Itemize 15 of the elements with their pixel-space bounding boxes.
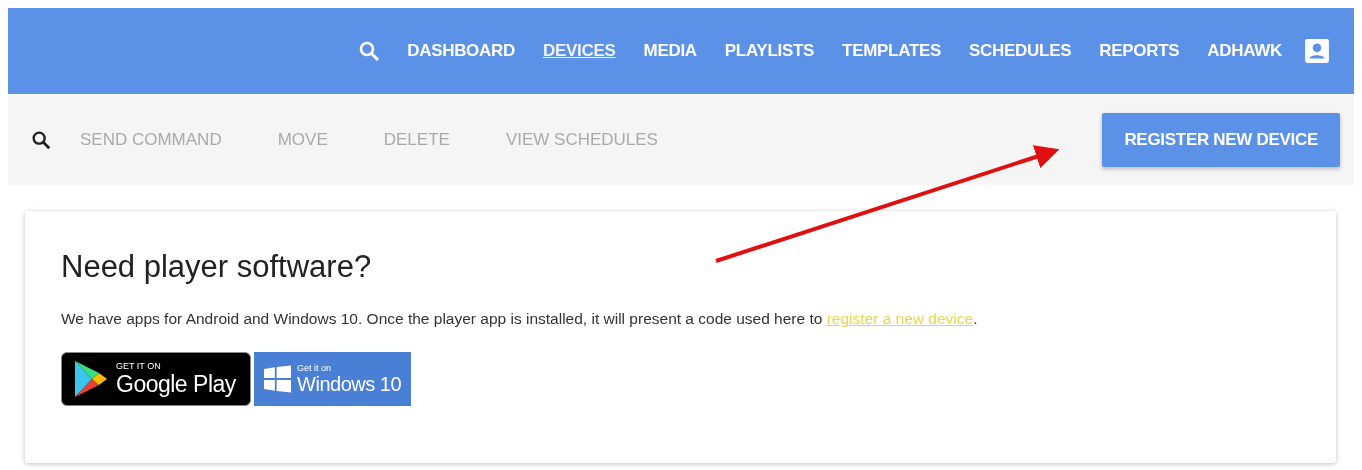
windows-store-badge[interactable]: Get it on Windows 10 [254, 352, 411, 406]
google-store-badge[interactable]: GET IT ON Google Play [61, 352, 251, 406]
account-icon[interactable] [1304, 38, 1330, 64]
nav-link[interactable]: REPORTS [1085, 41, 1194, 61]
card-description: We have apps for Android and Windows 10. Once the player app is installed, it will present a code used here to register a new device. [61, 310, 979, 328]
nav-link[interactable]: DASHBOARD [393, 41, 529, 61]
nav-link[interactable]: TEMPLATES [828, 41, 956, 61]
nav-link[interactable]: MEDIA [629, 41, 711, 61]
nav-link[interactable]: DEVICES [529, 41, 630, 61]
nav-link[interactable]: ADHAWK [1193, 41, 1296, 61]
card-title: Need player software? [61, 248, 373, 285]
windows-icon [264, 364, 292, 394]
nav-link[interactable]: SCHEDULES [955, 41, 1086, 61]
nav-link[interactable]: PLAYLISTS [710, 41, 829, 61]
register-device-button[interactable]: REGISTER NEW DEVICE [1102, 112, 1340, 167]
